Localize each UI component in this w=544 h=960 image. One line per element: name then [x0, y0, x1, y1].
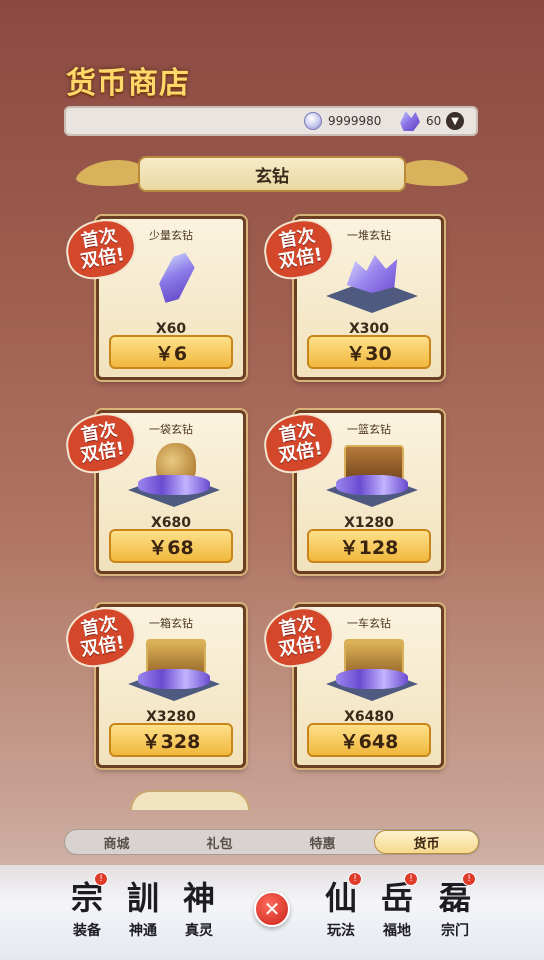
nav-equipment[interactable]: 宗 装备 ! — [60, 872, 114, 940]
nav-true-spirit[interactable]: 神 真灵 — [172, 874, 226, 940]
nav-label: 真灵 — [185, 923, 213, 939]
alert-badge: ! — [404, 872, 418, 886]
section-banner: 玄钻 — [73, 152, 471, 196]
crystal-pile-art — [322, 245, 422, 319]
tab-currency[interactable]: 货币 — [374, 830, 479, 854]
alert-badge: ! — [348, 872, 362, 886]
chevron-down-icon[interactable]: ▼ — [446, 112, 464, 130]
nav-label: 神通 — [129, 923, 157, 939]
tab-gift-pack[interactable]: 礼包 — [168, 830, 271, 854]
gem-balance: 60 — [398, 110, 441, 132]
nav-sect[interactable]: 磊 宗门 ! — [428, 872, 482, 940]
crystal-bag-art — [124, 439, 224, 513]
currency-bar: 9999980 60 ▼ — [64, 106, 478, 136]
next-card-peek — [130, 790, 250, 810]
buy-button[interactable]: ￥6 — [109, 335, 233, 369]
nav-label: 福地 — [383, 923, 411, 939]
nav-divine-skill[interactable]: 訓 神通 — [116, 874, 170, 940]
tab-special-offer[interactable]: 特惠 — [271, 830, 374, 854]
buy-button[interactable]: ￥128 — [307, 529, 431, 563]
coin-amount: 9999980 — [328, 114, 382, 128]
crystal-art — [124, 245, 224, 319]
crystal-box-art — [124, 633, 224, 707]
buy-button[interactable]: ￥648 — [307, 723, 431, 757]
scroll-icon: 訓 — [126, 879, 159, 917]
gem-amount: 60 — [426, 114, 442, 128]
crystal-cart-art — [322, 633, 422, 707]
nav-label: 玩法 — [327, 923, 355, 939]
nav-label: 宗门 — [441, 923, 469, 939]
section-title: 玄钻 — [138, 156, 406, 192]
nav-label: 装备 — [73, 923, 101, 939]
close-button[interactable]: ✕ — [254, 891, 290, 927]
coin-balance: 9999980 — [304, 110, 381, 132]
jade-coin-icon — [304, 112, 322, 130]
shop-tabs: 商城 礼包 特惠 货币 — [64, 829, 480, 855]
purple-crystal-icon — [400, 111, 420, 131]
nav-blessed-land[interactable]: 岳 福地 ! — [370, 872, 424, 940]
buy-button[interactable]: ￥68 — [109, 529, 233, 563]
tab-mall[interactable]: 商城 — [65, 830, 168, 854]
buy-button[interactable]: ￥30 — [307, 335, 431, 369]
nav-gameplay[interactable]: 仙 玩法 ! — [314, 872, 368, 940]
page-title: 货币商店 — [66, 66, 190, 101]
crystal-basket-art — [322, 439, 422, 513]
buy-button[interactable]: ￥328 — [109, 723, 233, 757]
spirit-icon: 神 — [182, 879, 215, 917]
alert-badge: ! — [462, 872, 476, 886]
alert-badge: ! — [94, 872, 108, 886]
